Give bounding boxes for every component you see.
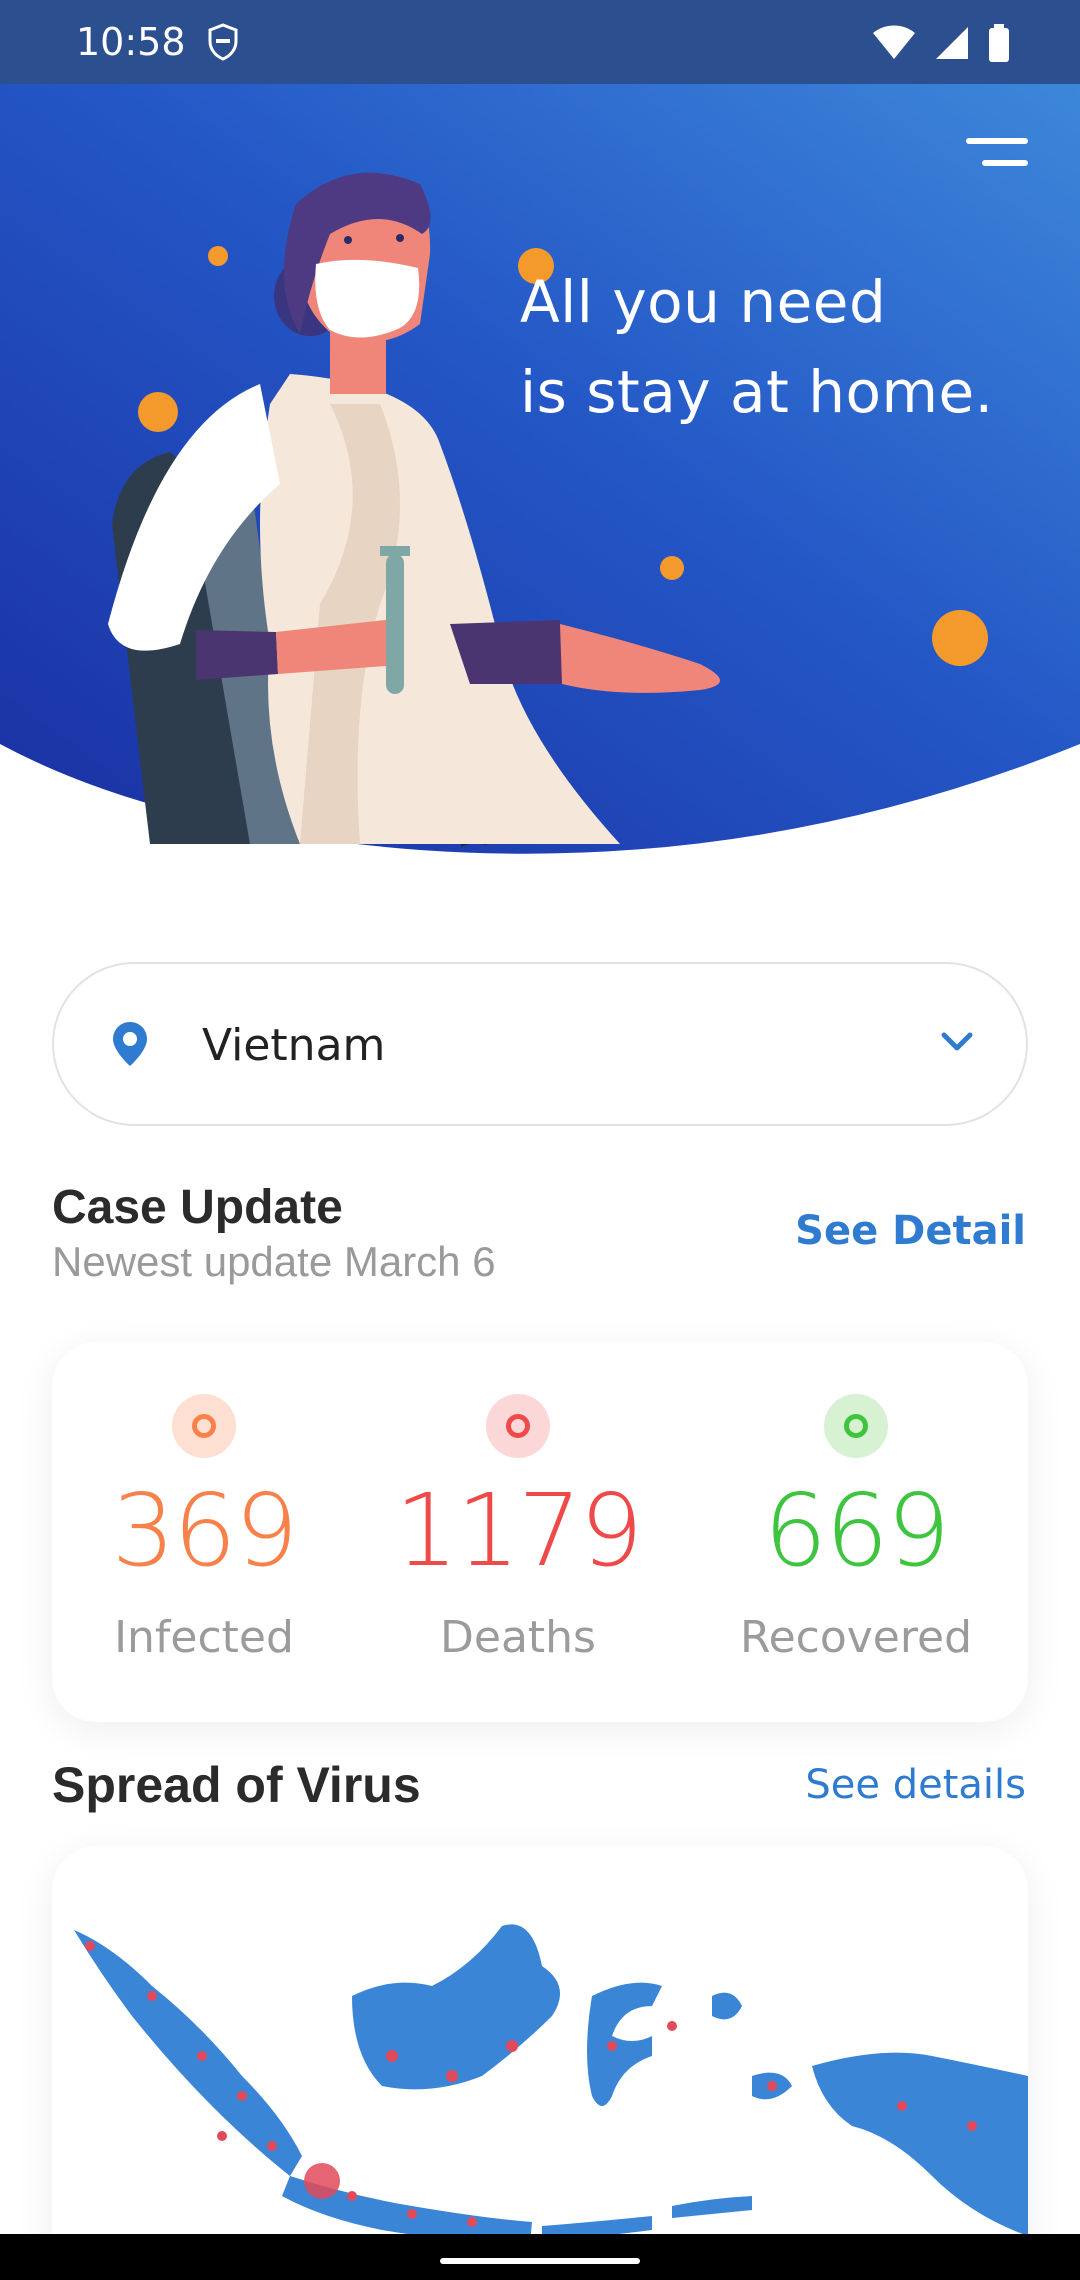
menu-icon-line: [982, 160, 1028, 166]
system-nav-bar: [0, 2234, 1080, 2280]
infected-label: Infected: [114, 1612, 294, 1663]
wifi-icon: [873, 25, 915, 59]
deaths-indicator-icon: [486, 1394, 550, 1458]
recovered-count: 669: [763, 1472, 951, 1589]
case-update-title: Case Update: [52, 1181, 343, 1234]
case-stats-card: 369 Infected 1179 Deaths 669 Recovered: [52, 1342, 1028, 1722]
hero-headline-line1: All you need: [520, 268, 887, 336]
vpn-shield-icon: [208, 23, 238, 61]
spread-map-card: [52, 1846, 1028, 2280]
spread-map: [74, 1924, 1028, 2244]
menu-icon-line: [966, 138, 1028, 144]
chevron-down-icon: [941, 1032, 973, 1051]
battery-icon: [989, 24, 1009, 62]
spread-title: Spread of Virus: [52, 1757, 421, 1813]
infected-indicator-icon: [172, 1394, 236, 1458]
selected-country: Vietnam: [202, 1020, 386, 1071]
recovered-indicator-icon: [824, 1394, 888, 1458]
case-update-subtitle: Newest update March 6: [52, 1238, 496, 1285]
recovered-label: Recovered: [739, 1612, 972, 1663]
menu-button[interactable]: [960, 124, 1032, 180]
signal-icon: [936, 27, 968, 59]
hero-headline-line2: is stay at home.: [520, 358, 994, 426]
stat-recovered: 669 Recovered: [706, 1342, 1006, 1722]
see-details-link[interactable]: See details: [805, 1762, 1026, 1808]
see-detail-link[interactable]: See Detail: [795, 1208, 1026, 1254]
stat-deaths: 1179 Deaths: [368, 1342, 668, 1722]
status-time: 10:58: [76, 20, 186, 64]
infected-count: 369: [111, 1472, 299, 1589]
hero-banner: All you need is stay at home.: [0, 84, 1080, 884]
hero-background: [0, 84, 1080, 854]
stat-infected: 369 Infected: [54, 1342, 354, 1722]
app-screen: 10:58 All you need is stay at home. Viet…: [0, 0, 1080, 2280]
map-land: [74, 1924, 1028, 2244]
home-gesture-handle[interactable]: [440, 2258, 640, 2264]
status-bar: 10:58: [0, 0, 1080, 84]
deaths-label: Deaths: [440, 1612, 596, 1663]
pin-icon: [113, 1022, 147, 1066]
deaths-count: 1179: [394, 1472, 644, 1589]
country-dropdown[interactable]: Vietnam: [52, 962, 1028, 1126]
